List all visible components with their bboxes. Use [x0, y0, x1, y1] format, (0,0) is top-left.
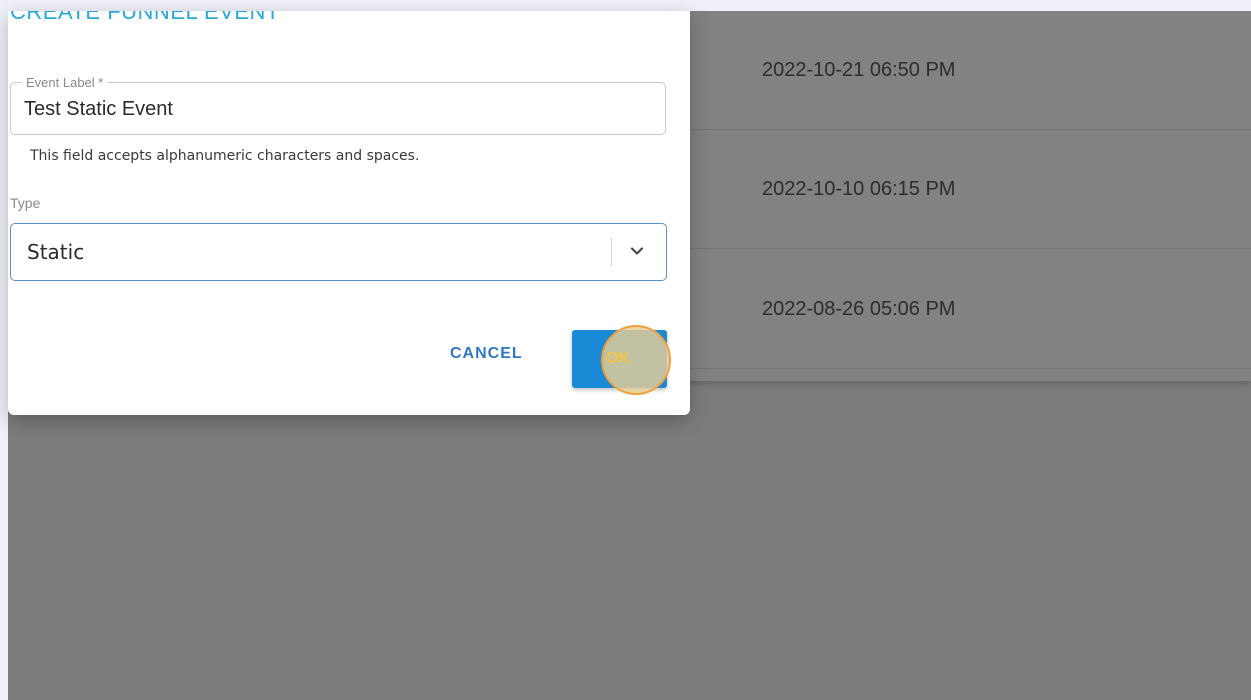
timestamp-text: 2022-10-10 06:15 PM	[762, 178, 956, 200]
select-divider	[611, 238, 612, 266]
type-select[interactable]: Static	[10, 223, 667, 281]
dialog-title: CREATE FUNNEL EVENT	[10, 11, 280, 24]
type-select-value: Static	[27, 240, 85, 264]
event-label-label: Event Label *	[22, 75, 108, 90]
event-label-helper-text: This field accepts alphanumeric characte…	[30, 148, 420, 164]
type-label: Type	[10, 195, 41, 211]
chevron-down-icon[interactable]	[628, 242, 646, 260]
event-label-input[interactable]: Test Static Event	[24, 98, 173, 121]
ok-button-label: OK	[606, 350, 630, 367]
create-funnel-event-dialog: CREATE FUNNEL EVENT Event Label * Test S…	[8, 11, 690, 415]
dialog-header: CREATE FUNNEL EVENT	[8, 11, 690, 35]
cancel-button[interactable]: CANCEL	[450, 345, 523, 363]
timestamp-text: 2022-08-26 05:06 PM	[762, 298, 956, 320]
timestamp-text: 2022-10-21 06:50 PM	[762, 59, 956, 81]
